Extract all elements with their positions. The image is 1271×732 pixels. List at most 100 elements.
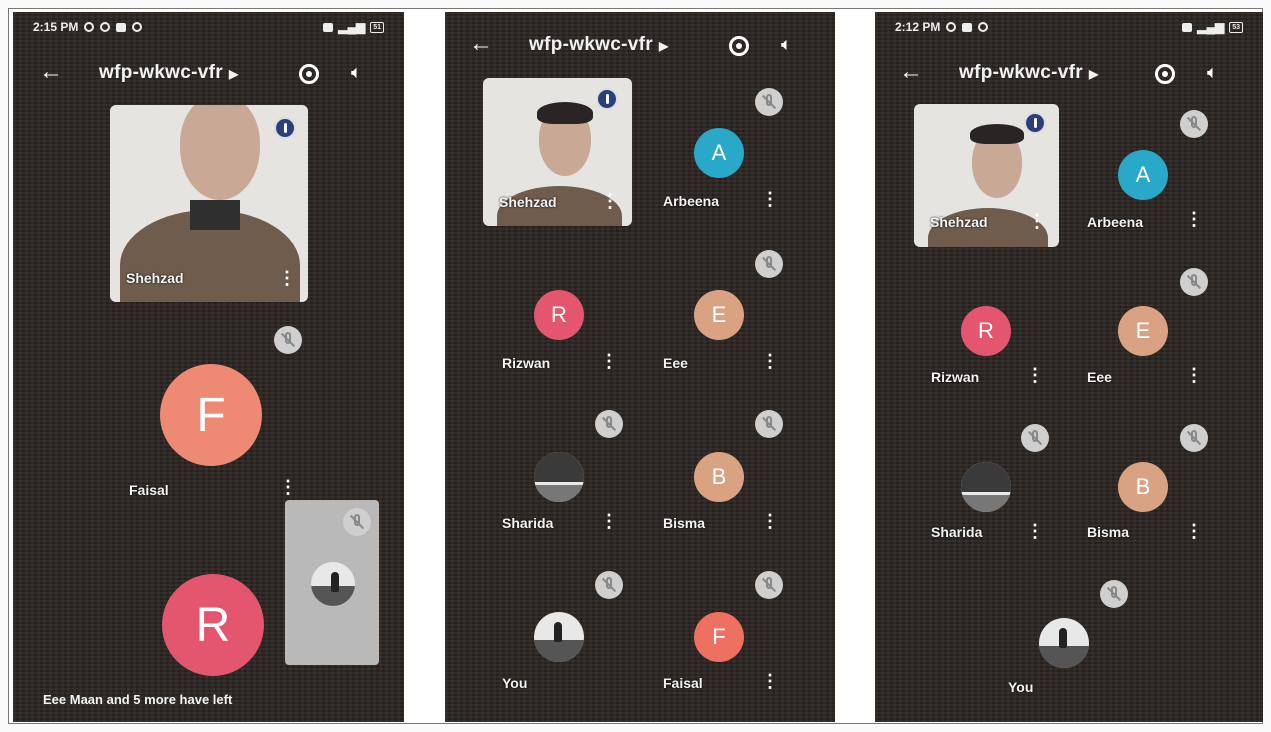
avatar-rizwan: R xyxy=(961,306,1011,356)
status-circle-icon xyxy=(132,22,143,32)
battery-icon: 51 xyxy=(370,21,384,33)
notification-icon xyxy=(100,22,111,32)
participant-name: Rizwan xyxy=(931,369,980,385)
participant-name: You xyxy=(502,675,528,691)
participant-name: Sharida xyxy=(502,515,554,531)
avatar-faisal: F xyxy=(160,364,262,466)
more-vert-icon[interactable]: ⋮ xyxy=(761,190,779,208)
video-tile-shehzad[interactable]: Shehzad ⋮ xyxy=(914,104,1059,247)
participant-name: Bisma xyxy=(1087,524,1130,540)
tile-name-label: Shehzad xyxy=(930,214,988,230)
participant-name: Faisal xyxy=(129,482,169,498)
more-vert-icon[interactable]: ⋮ xyxy=(600,512,618,530)
status-bar-right: ▂▄▆ 53 xyxy=(1182,20,1243,34)
participant-name: Eee xyxy=(663,355,688,371)
switch-camera-icon[interactable] xyxy=(729,36,749,56)
mic-off-icon xyxy=(274,326,302,354)
chevron-right-icon: ▶ xyxy=(658,39,669,53)
mic-off-icon xyxy=(755,250,783,278)
mic-off-icon xyxy=(343,508,371,536)
speaker-icon[interactable]: 🔈︎ xyxy=(351,62,362,83)
more-vert-icon[interactable]: ⋮ xyxy=(600,352,618,370)
tile-name-label: Shehzad xyxy=(126,270,184,286)
sim-icon xyxy=(1182,22,1193,32)
participant-name: Arbeena xyxy=(1087,214,1144,230)
more-vert-icon[interactable]: ⋮ xyxy=(279,478,297,496)
more-vert-icon[interactable]: ⋮ xyxy=(761,352,779,370)
switch-camera-icon[interactable] xyxy=(299,64,319,84)
arrow-left-icon[interactable]: ← xyxy=(469,30,493,58)
arrow-left-icon[interactable]: ← xyxy=(39,58,63,86)
participant-name: Rizwan xyxy=(502,355,551,371)
mic-off-icon xyxy=(1021,424,1049,452)
phone-screen-3: 2:12 PM ▂▄▆ 53 ← wfp-wkwc-vfr ▶ 🔈︎ Shehza… xyxy=(875,12,1263,722)
avatar-bisma: B xyxy=(694,452,744,502)
more-vert-icon[interactable]: ⋮ xyxy=(1185,366,1203,384)
avatar-you xyxy=(1039,618,1089,668)
status-bar-left: 2:15 PM xyxy=(33,20,143,34)
mic-off-icon xyxy=(595,571,623,599)
mic-off-icon xyxy=(755,410,783,438)
avatar-arbeena: A xyxy=(694,128,744,178)
chevron-right-icon: ▶ xyxy=(228,67,239,81)
app-notification-icon xyxy=(116,22,127,32)
speaker-icon[interactable]: 🔈︎ xyxy=(1207,62,1218,83)
speaker-icon[interactable]: 🔈︎ xyxy=(781,34,792,55)
more-vert-icon[interactable]: ⋮ xyxy=(1026,522,1044,540)
alarm-icon xyxy=(946,22,957,32)
mic-off-icon xyxy=(755,571,783,599)
mic-off-icon xyxy=(755,88,783,116)
audio-level-icon xyxy=(596,88,618,110)
more-vert-icon[interactable]: ⋮ xyxy=(1028,212,1046,230)
sim-icon xyxy=(323,22,334,32)
participant-name: Sharida xyxy=(931,524,983,540)
more-vert-icon[interactable]: ⋮ xyxy=(761,512,779,530)
status-time: 2:12 PM xyxy=(895,20,941,34)
more-vert-icon[interactable]: ⋮ xyxy=(1185,522,1203,540)
status-circle-icon xyxy=(978,22,989,32)
signal-icon: ▂▄▆ xyxy=(338,20,366,34)
avatar-bisma: B xyxy=(1118,462,1168,512)
chevron-right-icon: ▶ xyxy=(1088,67,1099,81)
arrow-left-icon[interactable]: ← xyxy=(899,58,923,86)
status-time: 2:15 PM xyxy=(33,20,79,34)
more-vert-icon[interactable]: ⋮ xyxy=(601,192,619,210)
mic-off-icon xyxy=(1180,110,1208,138)
mic-off-icon xyxy=(1100,580,1128,608)
participant-name: Faisal xyxy=(663,675,703,691)
participant-name: You xyxy=(1008,679,1034,695)
meeting-title[interactable]: wfp-wkwc-vfr ▶ xyxy=(529,34,668,56)
app-notification-icon xyxy=(962,22,973,32)
participant-name: Bisma xyxy=(663,515,706,531)
more-vert-icon[interactable]: ⋮ xyxy=(278,269,296,287)
participant-name: Eee xyxy=(1087,369,1112,385)
switch-camera-icon[interactable] xyxy=(1155,64,1175,84)
more-vert-icon[interactable]: ⋮ xyxy=(1185,210,1203,228)
audio-level-icon xyxy=(274,117,296,139)
battery-icon: 53 xyxy=(1229,21,1243,33)
avatar-eee: E xyxy=(694,290,744,340)
avatar-sharida xyxy=(534,452,584,502)
more-vert-icon[interactable]: ⋮ xyxy=(1026,366,1044,384)
phone-screen-2: ← wfp-wkwc-vfr ▶ 🔈︎ Shehzad ⋮ A Arbeena ⋮… xyxy=(445,12,835,722)
video-tile-shehzad[interactable]: Shehzad ⋮ xyxy=(483,78,632,226)
left-notification: Eee Maan and 5 more have left xyxy=(43,692,233,707)
mic-off-icon xyxy=(1180,424,1208,452)
status-bar-left: 2:12 PM xyxy=(895,20,989,34)
status-bar-right: ▂▄▆ 51 xyxy=(323,20,384,34)
audio-level-icon xyxy=(1024,112,1046,134)
avatar-you xyxy=(534,612,584,662)
mic-off-icon xyxy=(1180,268,1208,296)
meeting-title[interactable]: wfp-wkwc-vfr ▶ xyxy=(99,62,238,84)
mic-off-icon xyxy=(595,410,623,438)
self-view-tile[interactable] xyxy=(285,500,379,665)
avatar-sharida xyxy=(961,462,1011,512)
video-tile-shehzad[interactable]: Shehzad ⋮ xyxy=(110,105,308,302)
signal-icon: ▂▄▆ xyxy=(1197,20,1225,34)
phone-screen-1: 2:15 PM ▂▄▆ 51 ← wfp-wkwc-vfr ▶ 🔈︎ Shehza… xyxy=(13,12,404,722)
more-vert-icon[interactable]: ⋮ xyxy=(761,672,779,690)
meeting-title[interactable]: wfp-wkwc-vfr ▶ xyxy=(959,62,1098,84)
alarm-icon xyxy=(84,22,95,32)
avatar-faisal: F xyxy=(694,612,744,662)
tile-name-label: Shehzad xyxy=(499,194,557,210)
